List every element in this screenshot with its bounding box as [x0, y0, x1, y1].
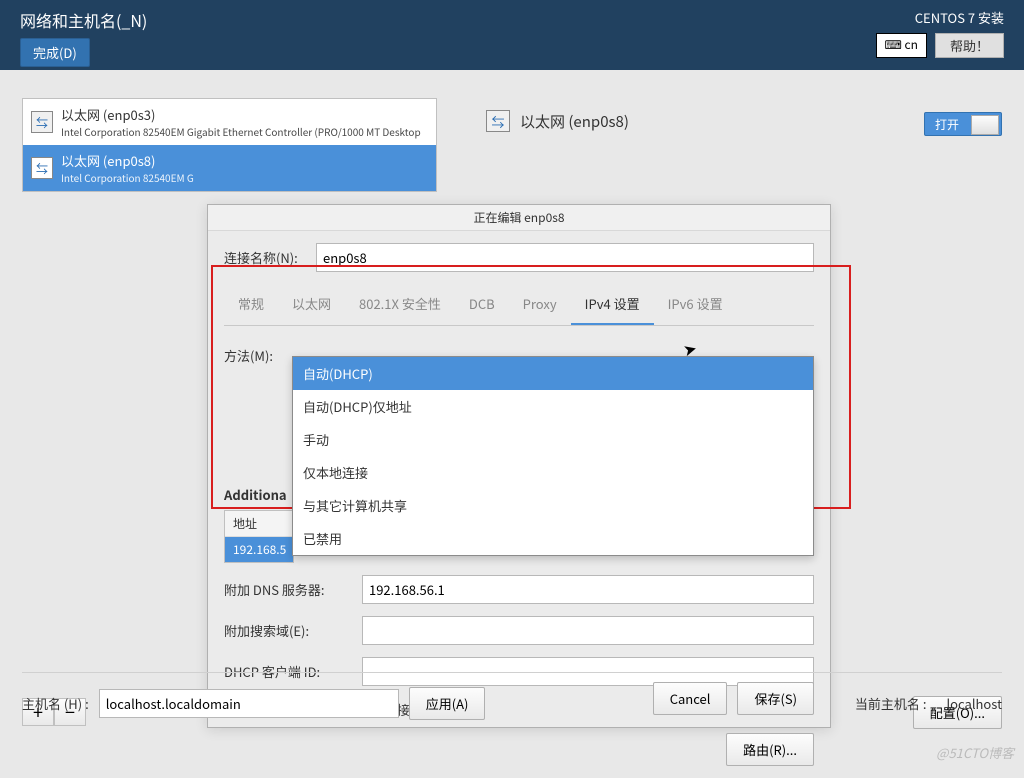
- install-title: CENTOS 7 安装: [876, 8, 1004, 27]
- current-hostname-label: 当前主机名 :: [855, 694, 927, 713]
- search-domain-input[interactable]: [362, 616, 814, 645]
- method-option-manual[interactable]: 手动: [293, 423, 813, 456]
- dns-label: 附加 DNS 服务器:: [224, 580, 352, 599]
- method-option-shared[interactable]: 与其它计算机共享: [293, 489, 813, 522]
- search-domain-label: 附加搜索域(E):: [224, 621, 352, 640]
- tabbar: 常规 以太网 802.1X 安全性 DCB Proxy IPv4 设置 IPv6…: [224, 284, 814, 326]
- nic-desc: Intel Corporation 82540EM G: [61, 170, 194, 185]
- page-title: 网络和主机名(_N): [20, 8, 147, 32]
- connection-name-input[interactable]: [316, 243, 814, 272]
- nic-name: 以太网 (enp0s3): [61, 105, 421, 124]
- tab-8021x[interactable]: 802.1X 安全性: [345, 284, 455, 325]
- address-table[interactable]: 地址 192.168.5: [224, 510, 294, 563]
- method-option-dhcp-addr[interactable]: 自动(DHCP)仅地址: [293, 390, 813, 423]
- method-option-disabled[interactable]: 已禁用: [293, 522, 813, 555]
- dns-input[interactable]: [362, 575, 814, 604]
- watermark: @51CTO博客: [936, 743, 1014, 762]
- keyboard-layout-indicator[interactable]: cn: [876, 33, 927, 58]
- interface-toggle[interactable]: 打开: [924, 112, 1002, 136]
- method-label: 方法(M):: [224, 346, 282, 365]
- nic-icon: ⇆: [31, 157, 53, 179]
- nic-icon: ⇆: [31, 111, 53, 133]
- apply-hostname-button[interactable]: 应用(A): [409, 687, 486, 720]
- nic-icon: ⇆: [486, 110, 510, 132]
- address-header: 地址: [225, 511, 293, 537]
- method-option-link-local[interactable]: 仅本地连接: [293, 456, 813, 489]
- interface-title: 以太网 (enp0s8): [520, 111, 629, 132]
- routes-button[interactable]: 路由(R)...: [726, 733, 814, 766]
- current-hostname-value: localhost: [946, 694, 1002, 713]
- interface-list: ⇆ 以太网 (enp0s3) Intel Corporation 82540EM…: [22, 98, 437, 192]
- tab-proxy[interactable]: Proxy: [509, 284, 571, 325]
- tab-ipv6[interactable]: IPv6 设置: [654, 284, 737, 325]
- hostname-input[interactable]: [99, 689, 399, 718]
- nic-name: 以太网 (enp0s8): [61, 151, 194, 170]
- connection-name-label: 连接名称(N):: [224, 248, 306, 267]
- tab-ipv4[interactable]: IPv4 设置: [571, 284, 654, 325]
- nic-item-enp0s8[interactable]: ⇆ 以太网 (enp0s8) Intel Corporation 82540EM…: [23, 145, 436, 191]
- tab-dcb[interactable]: DCB: [455, 284, 509, 325]
- nic-desc: Intel Corporation 82540EM Gigabit Ethern…: [61, 124, 421, 139]
- edit-connection-dialog: 正在编辑 enp0s8 连接名称(N): 常规 以太网 802.1X 安全性 D…: [207, 204, 831, 728]
- method-option-dhcp[interactable]: 自动(DHCP): [293, 357, 813, 390]
- help-button[interactable]: 帮助！: [935, 33, 1004, 58]
- nic-item-enp0s3[interactable]: ⇆ 以太网 (enp0s3) Intel Corporation 82540EM…: [23, 99, 436, 145]
- hostname-label: 主机名 (H) :: [22, 694, 89, 713]
- done-button[interactable]: 完成(D): [20, 38, 90, 67]
- address-value[interactable]: 192.168.5: [225, 537, 293, 562]
- dialog-title: 正在编辑 enp0s8: [208, 205, 830, 231]
- tab-general[interactable]: 常规: [224, 284, 278, 325]
- tab-ethernet[interactable]: 以太网: [278, 284, 345, 325]
